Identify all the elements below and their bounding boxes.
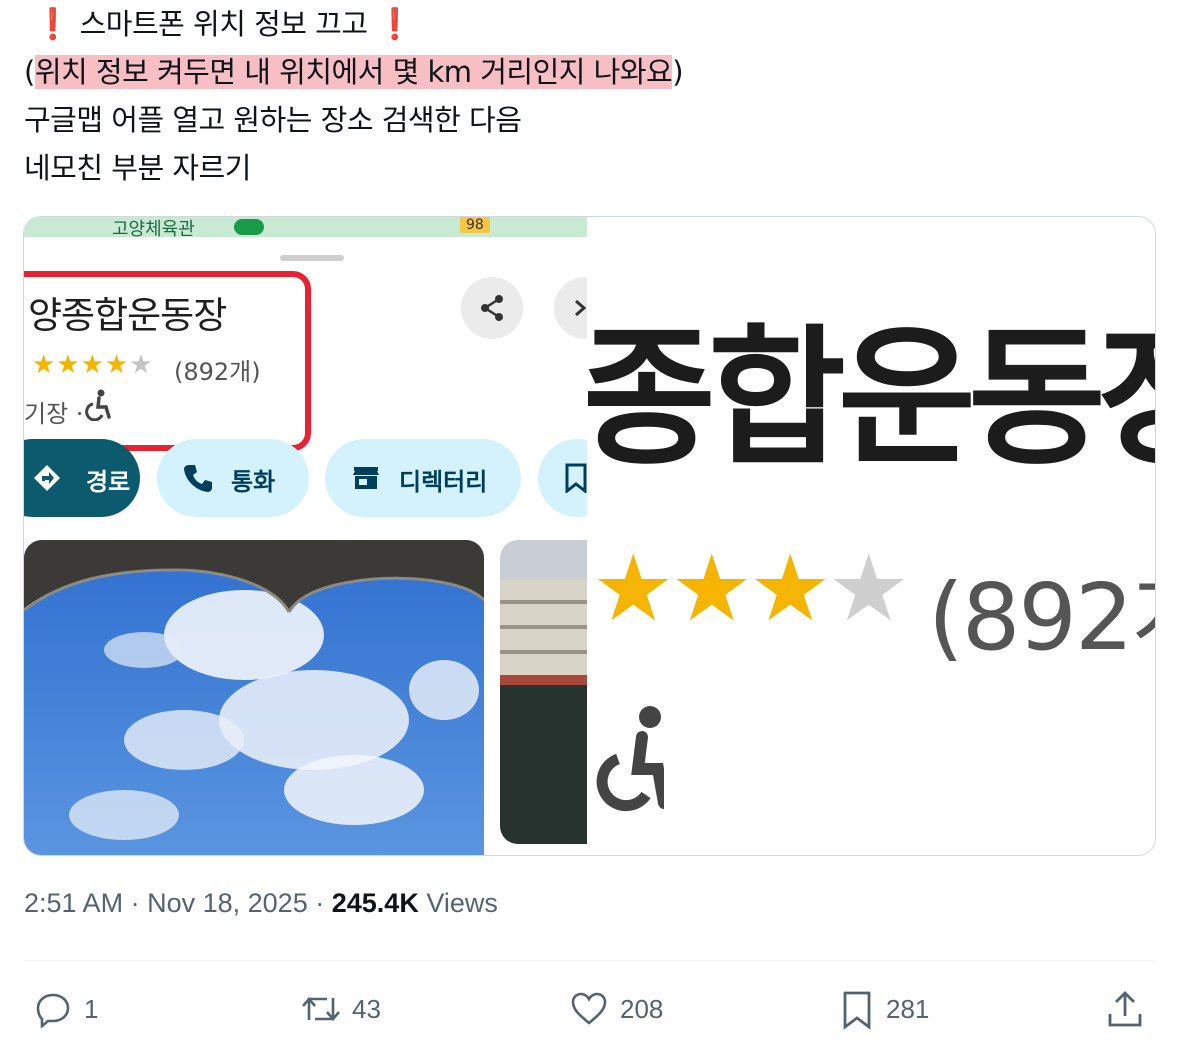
place-photo[interactable] (24, 540, 484, 855)
tweet-media[interactable]: 고양체육관 98 양종합운동장 ★★★★★ (892개) 기장 · 경로 통화 … (23, 216, 1156, 856)
tweet-line-1-text: 스마트폰 위치 정보 끄고 (79, 7, 368, 41)
separator: · (130, 888, 140, 918)
separator: · (315, 888, 325, 918)
drag-handle[interactable] (280, 255, 344, 261)
map-route-badge: 98 (460, 217, 490, 233)
zoomed-wheelchair-icon (596, 706, 664, 812)
phone-icon (184, 465, 212, 492)
directory-button[interactable]: 디렉터리 (325, 439, 521, 517)
map-strip: 고양체육관 98 (24, 217, 587, 240)
zoomed-review-count: (892개 (928, 564, 1155, 671)
exclamation-icon: ❗ (376, 7, 414, 42)
repost-count: 43 (352, 994, 381, 1024)
bookmark-count: 281 (886, 994, 930, 1024)
route-label: 경로 (86, 468, 131, 496)
reply-button[interactable]: 1 (34, 990, 114, 1030)
zoomed-half-star: ★ (827, 535, 910, 642)
tweet-time[interactable]: 2:51 AM (24, 888, 123, 918)
zoomed-stars: ★★★★ (592, 535, 910, 642)
tweet-line-1: ❗ 스마트폰 위치 정보 끄고 ❗ (34, 6, 414, 43)
highlight-box (24, 271, 311, 451)
exclamation-icon: ❗ (34, 7, 71, 42)
zoomed-full-stars: ★★★ (592, 535, 831, 642)
like-button[interactable]: 208 (570, 990, 680, 1030)
bookmark-icon (843, 991, 871, 1030)
zoomed-crop[interactable]: 종합운동장 ★★★★ (892개 (588, 217, 1155, 855)
views-label: Views (426, 888, 498, 918)
map-pin-icon (234, 219, 264, 235)
store-icon (353, 467, 379, 489)
route-button[interactable]: 경로 (24, 439, 140, 517)
divider (24, 960, 1155, 961)
repost-icon (302, 997, 340, 1021)
repost-button[interactable]: 43 (300, 990, 400, 1030)
zoomed-place-name: 종합운동장 (588, 312, 1155, 486)
heart-icon (571, 992, 607, 1025)
paren-close: ) (672, 55, 684, 89)
share-tweet-button[interactable] (1106, 990, 1146, 1030)
share-icon (481, 295, 503, 321)
directory-label: 디렉터리 (399, 468, 488, 496)
reply-icon (36, 993, 70, 1028)
like-count: 208 (620, 994, 664, 1024)
reply-count: 1 (84, 994, 99, 1024)
call-label: 통화 (231, 468, 276, 496)
share-button[interactable] (461, 277, 523, 339)
highlighted-text: 위치 정보 켜두면 내 위치에서 몇 km 거리인지 나와요 (34, 55, 673, 89)
call-button[interactable]: 통화 (157, 439, 309, 517)
tweet-line-2: (위치 정보 켜두면 내 위치에서 몇 km 거리인지 나와요) (24, 54, 684, 90)
bookmark-icon (565, 463, 587, 493)
tweet-date[interactable]: Nov 18, 2025 (147, 888, 308, 918)
close-icon (575, 299, 587, 317)
tweet-line-3: 구글맵 어플 열고 원하는 장소 검색한 다음 (24, 103, 522, 137)
views-count: 245.4K (331, 888, 419, 918)
tweet-line-4: 네모친 부분 자르기 (24, 151, 251, 185)
paren-open: ( (24, 55, 35, 89)
close-button[interactable] (554, 277, 587, 339)
tweet-meta: 2:51 AM · Nov 18, 2025 · 245.4K Views (24, 888, 498, 919)
place-photo-2[interactable] (500, 540, 587, 844)
sky-photo (24, 540, 484, 855)
screenshot-google-maps[interactable]: 고양체육관 98 양종합운동장 ★★★★★ (892개) 기장 · 경로 통화 … (24, 217, 587, 855)
upload-share-icon (1108, 991, 1142, 1027)
stadium-photo (500, 540, 587, 844)
bookmark-button[interactable]: 281 (840, 990, 940, 1030)
directions-icon (34, 465, 60, 491)
